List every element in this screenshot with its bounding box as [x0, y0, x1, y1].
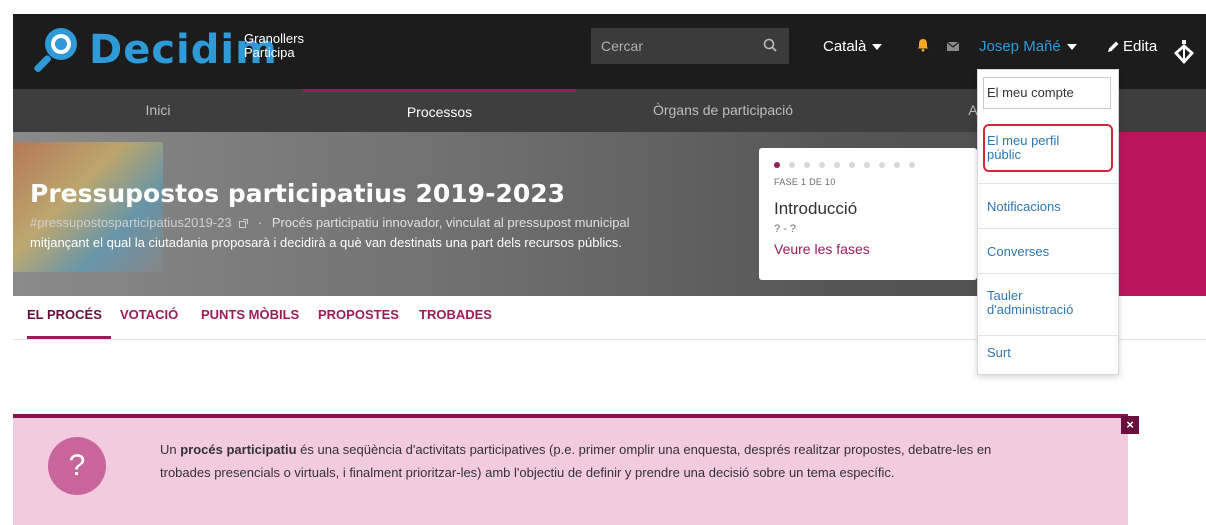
phase-dot	[849, 162, 855, 168]
process-description-line-1: Procés participatiu innovador, vinculat …	[271, 215, 630, 230]
edit-label: Edita	[1123, 38, 1158, 55]
user-name: Josep Mañé	[979, 38, 1061, 55]
phase-name: Introducció	[774, 199, 858, 218]
chevron-down-icon	[1066, 44, 1077, 51]
phase-counter: FASE 1 DE 10	[774, 177, 836, 187]
nav-item-organs[interactable]: Òrgans de participació	[576, 89, 870, 132]
callout-text-prefix: Un	[160, 442, 181, 457]
tab-el-proces[interactable]: EL PROCÉS	[27, 296, 111, 339]
organization-name: Granollers Participa	[244, 32, 304, 60]
phase-card: FASE 1 DE 10 Introducció ? - ? Veure les…	[759, 148, 977, 280]
chevron-down-icon	[872, 44, 883, 51]
user-dropdown-menu: El meu compte El meu perfil públic Notif…	[977, 69, 1119, 375]
language-chooser[interactable]: Català	[823, 38, 883, 55]
edit-link[interactable]: Edita	[1107, 38, 1157, 55]
magnifier-logo-icon	[34, 28, 77, 72]
external-link-icon	[239, 219, 249, 228]
search-icon[interactable]	[763, 38, 777, 52]
phase-dates: ? - ?	[774, 223, 797, 235]
org-line-2: Participa	[244, 45, 295, 60]
phase-progress-dots	[774, 162, 924, 168]
page: Decidim Granollers Participa Català	[0, 0, 1206, 525]
menu-item-my-account[interactable]: El meu compte	[978, 77, 1118, 118]
language-label: Català	[823, 38, 867, 55]
decidim-logo[interactable]: Decidim	[31, 24, 278, 76]
question-icon: ?	[48, 437, 106, 495]
process-title: Pressupostos participatius 2019-2023	[30, 179, 566, 208]
phase-dot	[879, 162, 885, 168]
menu-item-admin-line-1: Tauler	[987, 288, 1023, 303]
menu-item-admin-line-2: d'administració	[987, 302, 1074, 317]
callout-text-bold: procés participatiu	[180, 442, 297, 457]
search-box	[591, 28, 789, 64]
nav-item-processos[interactable]: Processos	[303, 89, 576, 132]
callout-text-line-1: és una seqüència d'activitats participat…	[296, 442, 992, 457]
nav-item-inici[interactable]: Inici	[13, 89, 303, 132]
menu-item-sign-out[interactable]: Surt	[978, 336, 1118, 374]
tab-trobades[interactable]: TROBADES	[419, 296, 492, 339]
org-line-1: Granollers	[244, 31, 304, 46]
tab-votacio[interactable]: VOTACIÓ	[120, 296, 178, 339]
process-hashtag-line: #pressupostosparticipatius2019-23 · Proc…	[30, 215, 630, 230]
process-hashtag-link[interactable]: #pressupostosparticipatius2019-23	[30, 215, 232, 230]
search-input[interactable]	[591, 28, 751, 64]
phase-dot	[819, 162, 825, 168]
menu-item-notifications[interactable]: Notificacions	[978, 184, 1118, 229]
phase-dot	[834, 162, 840, 168]
phase-dot-active	[774, 162, 780, 168]
phase-dot	[909, 162, 915, 168]
callout-text: Un procés participatiu és una seqüència …	[160, 438, 1080, 484]
phase-dot	[894, 162, 900, 168]
phase-dot	[864, 162, 870, 168]
bell-icon[interactable]	[916, 38, 930, 52]
menu-item-admin-dashboard[interactable]: Tauler d'administració	[978, 274, 1118, 336]
close-icon[interactable]: ×	[1121, 416, 1139, 434]
highlight-annotation	[983, 124, 1113, 172]
view-phases-link[interactable]: Veure les fases	[774, 241, 870, 257]
pencil-icon	[1108, 41, 1119, 52]
tab-punts-mobils[interactable]: PUNTS MÒBILS	[201, 296, 299, 339]
process-description-line-2: mitjançant el qual la ciutadania proposa…	[30, 235, 622, 250]
tab-propostes[interactable]: PROPOSTES	[318, 296, 399, 339]
user-menu-toggle[interactable]: Josep Mañé	[979, 38, 1077, 55]
mail-icon[interactable]	[947, 42, 959, 51]
hashtag-separator: ·	[257, 215, 263, 230]
phase-dot	[804, 162, 810, 168]
phase-dot	[789, 162, 795, 168]
city-coat-of-arms-icon[interactable]	[1173, 40, 1195, 66]
callout-text-line-2: trobades presencials o virtuals, i final…	[160, 465, 895, 480]
menu-item-conversations[interactable]: Converses	[978, 229, 1118, 274]
